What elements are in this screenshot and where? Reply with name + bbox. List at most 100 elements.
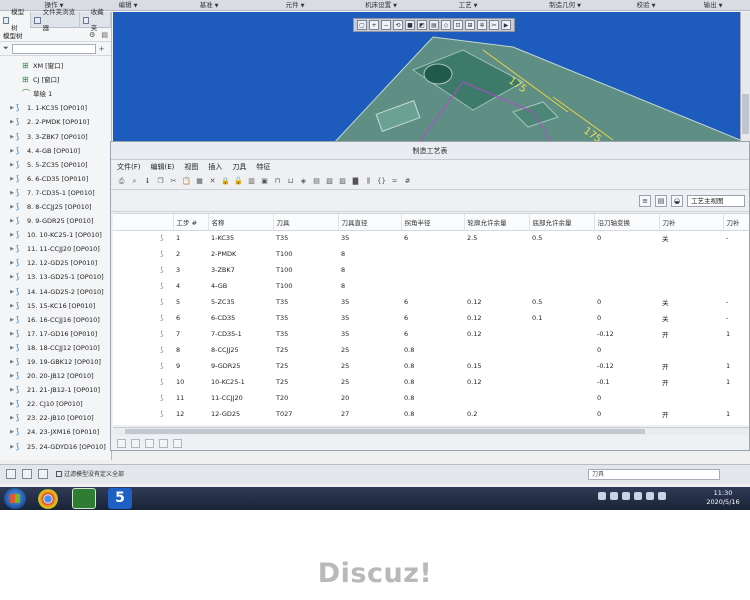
table-cell[interactable]: 1 [173,230,208,246]
zoom-out-icon[interactable]: − [381,20,391,30]
table-cell[interactable]: 0.8 [401,374,464,390]
column-header[interactable] [113,214,174,231]
selection-filter[interactable]: 刀具 [588,469,720,480]
table-cell[interactable]: 1 [723,326,749,342]
graphics-viewport[interactable]: 175 175 ▢ + − ⟲ ■ ◩ ▤ ◇ ⊡ ⊞ ✲ ✂ ▶ [113,12,750,144]
template-icon[interactable]: ▨ [338,177,347,186]
viewport-scrollbar[interactable] [740,12,750,144]
search-icon[interactable]: ⌕ [130,177,139,186]
tree-node-operation[interactable]: ▶ ⟆ 9. 9-GDR25 [OP010] [0,214,111,228]
table-cell[interactable]: 11 [173,390,208,406]
table-cell[interactable]: 0.8 [401,406,464,422]
status-grid-icon[interactable] [6,469,16,479]
table-cell[interactable] [464,246,529,262]
bar-chart-icon[interactable]: ▇ [351,177,360,186]
column-header[interactable]: 工步 # [173,214,209,231]
paste-special-icon[interactable]: ▦ [195,177,204,186]
table-horizontal-scrollbar[interactable] [113,427,749,435]
annotation-display-icon[interactable]: ⊞ [465,20,475,30]
table-cell[interactable]: T20 [273,390,338,406]
tree-node-operation[interactable]: ▶ ⟆ 21. 21-JB12-1 [OP010] [0,383,111,397]
table-cell[interactable] [594,262,659,278]
table-cell[interactable]: 0 [594,406,659,422]
table-cell[interactable] [723,262,749,278]
table-cell[interactable]: 9 [173,358,208,374]
table-cell[interactable] [464,390,529,406]
dialog-menu-item[interactable]: 特征 [256,162,270,172]
table-cell[interactable]: 关 [659,294,723,310]
table-cell[interactable]: 8 [338,262,401,278]
tree-node-operation[interactable]: ▶ ⟆ 16. 16-CCJJ16 [OP010] [0,313,111,327]
filter-icon[interactable]: ⏷ [3,44,9,53]
table-cell[interactable] [529,246,594,262]
table-row[interactable]: ⟆ 3 3-ZBK7 T100 8 [113,262,749,278]
table-cell[interactable]: T25 [273,374,338,390]
viewport-scrollbar-thumb[interactable] [742,94,749,134]
table-cell[interactable] [529,278,594,294]
expand-icon[interactable]: ▶ [8,411,16,425]
tree-node-operation[interactable]: ▶ ⟆ 20. 20-JB12 [OP010] [0,369,111,383]
view-options-icon[interactable]: ◒ [671,195,683,207]
tree-node-operation[interactable]: ▶ ⟆ 2. 2-PMDK [OP010] [0,115,111,129]
table-cell[interactable]: 0 [594,310,659,326]
tool-icon[interactable]: ⊓ [273,177,282,186]
table-cell[interactable] [529,358,594,374]
cut-icon[interactable]: ✂ [489,20,499,30]
table-cell[interactable] [659,246,723,262]
table-cell[interactable]: 12-GD25 [208,406,273,422]
table-cell[interactable]: 0.8 [401,342,464,358]
table-cell[interactable]: 35 [338,230,401,246]
table-cell[interactable]: 8 [338,246,401,262]
table-cell[interactable] [401,246,464,262]
table-row[interactable]: ⟆ 6 6-CD35 T35 35 6 0.12 0.1 0 关 - [113,310,749,326]
table-cell[interactable]: 1-KC35 [208,230,273,246]
expand-icon[interactable]: ▶ [8,440,16,454]
setup-icon[interactable]: ◈ [299,177,308,186]
chrome-icon[interactable] [38,489,58,509]
tray-volume-icon[interactable] [646,492,654,500]
table-cell[interactable]: 6 [401,230,464,246]
tree-settings-icon[interactable]: ⚙ [89,31,95,39]
table-cell[interactable]: 0.12 [464,294,529,310]
table-cell[interactable]: T100 [273,246,338,262]
edit-icon[interactable] [117,438,126,448]
tree-show-icon[interactable]: ▤ [101,31,108,39]
table-cell[interactable]: 12 [173,406,208,422]
table-cell[interactable]: 10 [173,374,208,390]
expand-icon[interactable]: ▶ [8,327,16,341]
expand-icon[interactable]: ▶ [8,214,16,228]
table-cell[interactable] [723,342,749,358]
unlock-icon[interactable]: 🔓 [234,177,243,186]
tree-node-operation[interactable]: ▶ ⟆ 18. 18-CCJJ12 [OP010] [0,341,111,355]
table-row[interactable]: ⟆ 1 1-KC35 T35 35 6 2.5 0.5 0 关 - [113,230,749,246]
table-cell[interactable]: -0.1 [594,374,659,390]
tray-keyboard-icon[interactable] [598,492,606,500]
tree-node-operation[interactable]: ▶ ⟆ 7. 7-CD35-1 [OP010] [0,186,111,200]
table-cell[interactable] [464,262,529,278]
datum-display-icon[interactable]: ⊡ [453,20,463,30]
table-cell[interactable]: 8 [173,342,208,358]
table-cell[interactable] [723,390,749,406]
tree-node-root[interactable]: ▶⊞XM [窗口] [0,59,111,73]
table-cell[interactable]: 8-CCJJ25 [208,342,273,358]
table-cell[interactable] [659,342,723,358]
export-icon[interactable] [145,438,154,448]
table-cell[interactable]: 2 [173,246,208,262]
table-cell[interactable]: T100 [273,262,338,278]
table-cell[interactable]: 0.5 [529,294,594,310]
table-cell[interactable]: T25 [273,358,338,374]
status-link-icon[interactable] [22,469,32,479]
table-cell[interactable]: 0.2 [464,406,529,422]
lock-icon[interactable]: 🔒 [221,177,230,186]
tree-node-operation[interactable]: ▶ ⟆ 11. 11-CCJJ20 [OP010] [0,242,111,256]
param-icon[interactable]: ▤ [312,177,321,186]
table-cell[interactable]: 0.12 [464,326,529,342]
table-cell[interactable]: 2-PMDK [208,246,273,262]
expand-icon[interactable]: ▶ [8,130,16,144]
tab-favorites[interactable]: 收藏夹 [80,8,111,32]
expand-icon[interactable]: ▶ [8,228,16,242]
tree-node-operation[interactable]: ▶ ⟆ 8. 8-CCJJ25 [OP010] [0,200,111,214]
top-menu-item[interactable]: 工艺 ▼ [422,0,514,11]
table-cell[interactable]: - [723,294,749,310]
table-row[interactable]: ⟆ 7 7-CD35-1 T35 35 6 0.12 -0.12 开 1 [113,326,749,342]
